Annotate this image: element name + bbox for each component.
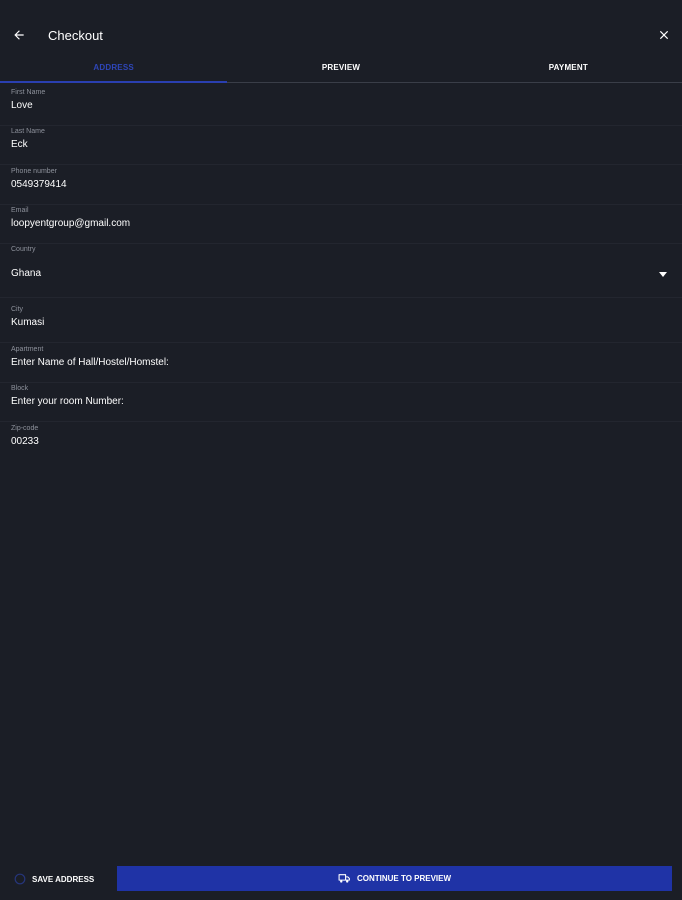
email-input[interactable]: loopyentgroup@gmail.com <box>11 218 130 229</box>
phone-label: Phone number <box>11 168 57 175</box>
radio-unchecked-icon <box>14 873 26 885</box>
block-label: Block <box>11 385 29 392</box>
bottom-action-bar: SAVE ADDRESS CONTINUE TO PREVIEW <box>0 866 682 892</box>
first-name-input[interactable]: Love <box>11 100 33 111</box>
zip-code-field[interactable]: Zip-code 00233 <box>0 425 682 461</box>
app-bar: Checkout <box>0 0 682 56</box>
close-icon <box>659 30 669 40</box>
country-select[interactable]: Ghana <box>11 268 41 279</box>
save-address-label: SAVE ADDRESS <box>32 874 95 884</box>
tab-address[interactable]: ADDRESS <box>0 56 228 83</box>
close-button[interactable] <box>654 25 674 45</box>
page-title: Checkout <box>48 28 103 43</box>
zip-code-label: Zip-code <box>11 425 39 432</box>
zip-code-input[interactable]: 00233 <box>11 436 39 447</box>
tab-payment[interactable]: PAYMENT <box>455 56 682 82</box>
checkout-tabs: ADDRESS PREVIEW PAYMENT <box>0 56 682 83</box>
email-label: Email <box>11 207 29 214</box>
dropdown-arrow-icon[interactable] <box>658 269 668 279</box>
apartment-input[interactable]: Enter Name of Hall/Hostel/Homstel: <box>11 357 169 368</box>
back-button[interactable] <box>8 24 30 46</box>
last-name-input[interactable]: Eck <box>11 139 28 150</box>
arrow-left-icon <box>14 30 24 40</box>
last-name-label: Last Name <box>11 128 45 135</box>
block-field[interactable]: Block Enter your room Number: <box>0 385 682 422</box>
phone-input[interactable]: 0549379414 <box>11 179 67 190</box>
last-name-field[interactable]: Last Name Eck <box>0 128 682 165</box>
save-address-button[interactable]: SAVE ADDRESS <box>14 866 94 892</box>
delivery-truck-icon <box>338 874 350 883</box>
phone-field[interactable]: Phone number 0549379414 <box>0 168 682 205</box>
block-input[interactable]: Enter your room Number: <box>11 396 124 407</box>
city-field[interactable]: City Kumasi <box>0 306 682 343</box>
apartment-label: Apartment <box>11 346 44 353</box>
country-label: Country <box>11 246 36 253</box>
continue-to-preview-label: CONTINUE TO PREVIEW <box>356 874 452 883</box>
email-field[interactable]: Email loopyentgroup@gmail.com <box>0 207 682 244</box>
continue-to-preview-button[interactable]: CONTINUE TO PREVIEW <box>117 866 672 891</box>
city-input[interactable]: Kumasi <box>11 317 44 328</box>
first-name-field[interactable]: First Name Love <box>0 89 682 126</box>
apartment-field[interactable]: Apartment Enter Name of Hall/Hostel/Homs… <box>0 346 682 383</box>
city-label: City <box>11 306 24 313</box>
first-name-label: First Name <box>11 89 46 96</box>
country-dropdown[interactable]: Country Ghana <box>0 246 682 298</box>
tab-preview[interactable]: PREVIEW <box>227 56 454 82</box>
